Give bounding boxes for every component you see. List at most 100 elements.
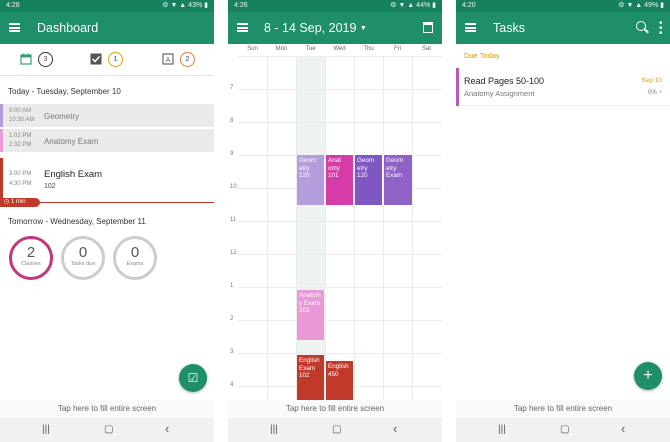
calendar-event[interactable]: Geom etry Exam — [384, 155, 412, 205]
tomorrow-label: Tomorrow - Wednesday, September 11 — [8, 217, 146, 226]
stat-value: 0 — [78, 244, 88, 261]
today-label: Today - Tuesday, September 10 — [8, 87, 121, 96]
event-label: English Exam — [299, 357, 320, 372]
hour-label: 3 — [230, 349, 234, 355]
calendar-event[interactable]: Anatom y Exam 102 — [297, 290, 324, 340]
menu-icon[interactable] — [237, 23, 248, 32]
status-icons: ⚙ ▼ ▲ 44% ▮ — [390, 2, 436, 9]
hour-label: 10 — [230, 184, 237, 190]
add-task-button[interactable]: ☑ — [179, 364, 207, 392]
nav-bar: ||| ▢ ‹ — [228, 418, 442, 442]
event-end: 10:30 AM — [9, 117, 35, 123]
due-today-label: Due Today — [464, 51, 500, 60]
exam-icon: A — [162, 53, 174, 65]
day-tue: Tue — [305, 46, 316, 52]
classes-count-badge: 3 — [38, 52, 53, 67]
event-end: 4:30 PM — [9, 181, 32, 187]
recent-apps-icon[interactable]: ||| — [42, 424, 50, 435]
app-bar: Dashboard — [0, 12, 214, 44]
today-column — [296, 56, 325, 400]
menu-icon[interactable] — [465, 23, 476, 32]
event-geometry[interactable]: 9:00 AM 10:30 AM Geometry — [0, 104, 214, 128]
calendar-event[interactable]: Geom etry 120 — [355, 155, 382, 205]
dropdown-arrow-icon: ▼ — [359, 25, 367, 32]
calendar-today-icon[interactable] — [423, 22, 433, 33]
calendar-event[interactable]: Geom etry 120 — [297, 155, 324, 205]
now-badge: ◷ 1 min — [0, 198, 40, 207]
back-icon[interactable]: ‹ — [621, 421, 625, 436]
exams-count-badge: 2 — [180, 52, 195, 67]
status-time: 4:26 — [234, 2, 248, 9]
event-end: 2:32 PM — [9, 142, 32, 148]
classes-summary[interactable]: 3 — [20, 52, 60, 68]
task-item[interactable]: Read Pages 50-100 Anatomy Assignment Sep… — [456, 68, 670, 106]
event-room: 450 — [328, 370, 339, 378]
event-room: 102 — [299, 307, 310, 314]
event-english-exam[interactable]: 3:00 PM 4:30 PM English Exam 102 — [0, 158, 214, 200]
event-anatomy-exam[interactable]: 1:02 PM 2:32 PM Anatomy Exam — [0, 129, 214, 153]
more-options-icon[interactable]: • • • — [659, 19, 663, 39]
recent-apps-icon[interactable]: ||| — [498, 424, 506, 435]
svg-text:A: A — [166, 57, 171, 64]
back-icon[interactable]: ‹ — [165, 421, 169, 436]
back-icon[interactable]: ‹ — [393, 421, 397, 436]
exams-summary[interactable]: A 2 — [162, 52, 202, 68]
recent-apps-icon[interactable]: ||| — [270, 424, 278, 435]
event-room: 120 — [299, 172, 310, 179]
hour-label: 8 — [230, 118, 234, 124]
event-room: 120 — [357, 172, 368, 179]
exams-stat[interactable]: 0 Exams — [113, 236, 157, 280]
stat-label: Tasks due — [70, 261, 96, 267]
dashboard-screen: 4:28 ⚙ ▼ ▲ 43% ▮ Dashboard 3 1 A 2 Today… — [0, 0, 214, 442]
event-name: Geometry — [44, 112, 80, 121]
week-range-text: 8 - 14 Sep, 2019 — [264, 21, 357, 35]
tasks-summary[interactable]: 1 — [90, 52, 130, 68]
nav-bar: ||| ▢ ‹ — [456, 418, 670, 442]
tasks-stat[interactable]: 0 Tasks due — [61, 236, 105, 280]
progress-icon: ◔ — [658, 90, 662, 96]
calendar-event[interactable]: Anat omy 101 — [326, 155, 353, 205]
hour-label: 9 — [230, 151, 234, 157]
event-start: 3:00 PM — [9, 171, 32, 177]
calendar-event[interactable]: English 450 — [326, 361, 353, 400]
nav-bar: ||| ▢ ‹ — [0, 418, 214, 442]
event-name: Anatomy Exam — [44, 137, 99, 146]
event-label: Geom etry Exam — [386, 157, 404, 179]
week-range-title[interactable]: 8 - 14 Sep, 2019 ▼ — [264, 12, 367, 45]
due-today-header: Due Today — [456, 44, 670, 64]
stat-label: Classes — [21, 261, 41, 267]
fill-screen-hint[interactable]: Tap here to fill entire screen — [228, 400, 442, 418]
event-room: 101 — [328, 172, 339, 179]
task-due-date: Sep 10 — [641, 77, 662, 84]
status-bar: 4:20 ⚙ ▼ ▲ 49% ▮ — [456, 0, 670, 12]
add-task-button[interactable]: + — [634, 362, 662, 390]
home-icon[interactable]: ▢ — [332, 424, 341, 435]
event-name: English Exam — [44, 169, 103, 180]
home-icon[interactable]: ▢ — [560, 424, 569, 435]
hour-label: 2 — [230, 316, 234, 322]
event-label: Anat omy — [328, 157, 341, 172]
calendar-icon — [20, 53, 32, 65]
task-progress: 0% ◔ — [648, 90, 662, 96]
fill-screen-hint[interactable]: Tap here to fill entire screen — [456, 400, 670, 418]
task-name: Read Pages 50-100 — [464, 76, 545, 86]
classes-stat[interactable]: 2 Classes — [9, 236, 53, 280]
fill-screen-hint[interactable]: Tap here to fill entire screen — [0, 400, 214, 418]
calendar-event[interactable]: English Exam 102 — [297, 355, 324, 400]
day-mon: Mon — [275, 46, 288, 52]
stat-label: Exams — [126, 261, 144, 267]
home-icon[interactable]: ▢ — [104, 424, 113, 435]
hour-label: 7 — [230, 85, 234, 91]
task-progress-text: 0% — [648, 90, 657, 96]
check-icon — [90, 53, 102, 65]
event-start: 1:02 PM — [9, 133, 32, 139]
plus-icon: + — [643, 367, 653, 384]
week-grid[interactable]: 7 8 9 10 11 12 1 2 3 4 Geom etry 120 Anat… — [228, 56, 442, 400]
stat-value: 0 — [130, 244, 140, 261]
hour-label: 11 — [230, 217, 237, 223]
event-room: 102 — [299, 372, 310, 379]
search-icon-handle — [644, 28, 649, 34]
event-label: Geom etry — [357, 157, 375, 172]
menu-icon[interactable] — [9, 23, 20, 32]
status-icons: ⚙ ▼ ▲ 49% ▮ — [618, 2, 664, 9]
